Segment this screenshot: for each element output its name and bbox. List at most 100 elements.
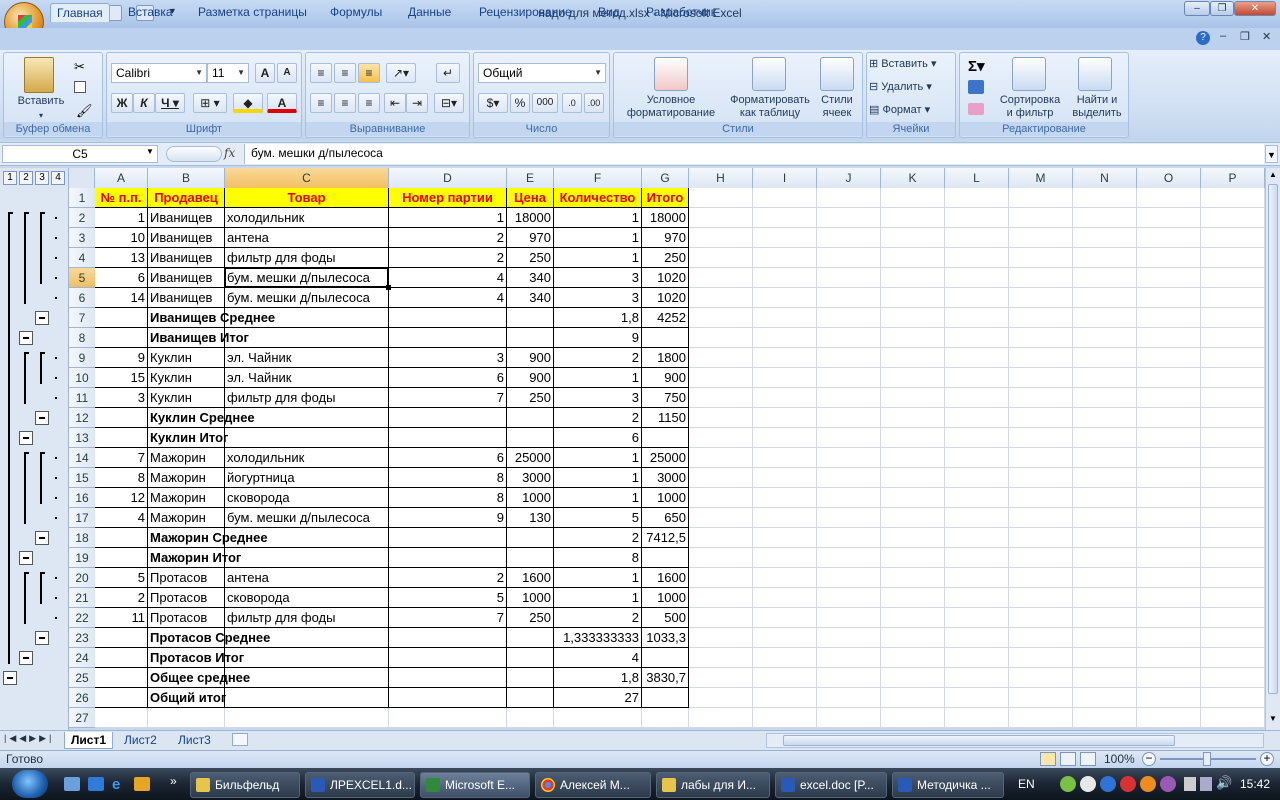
row-header[interactable]: 18 (69, 528, 95, 548)
name-box[interactable]: C5 (2, 145, 158, 163)
empty-cell[interactable] (881, 708, 945, 728)
column-header[interactable]: P (1201, 168, 1265, 188)
column-header[interactable]: H (689, 168, 753, 188)
internet-explorer-icon[interactable]: e (112, 776, 120, 793)
table-cell[interactable]: Куклин (148, 368, 225, 388)
table-cell[interactable]: 4 (95, 508, 148, 528)
empty-cell[interactable] (689, 628, 753, 648)
empty-cell[interactable] (945, 608, 1009, 628)
ribbon-minimize-icon[interactable]: – (1220, 30, 1226, 42)
empty-cell[interactable] (1073, 328, 1137, 348)
table-cell[interactable]: 1 (554, 448, 642, 468)
empty-cell[interactable] (1201, 348, 1265, 368)
empty-cell[interactable] (1201, 328, 1265, 348)
clear-icon[interactable] (968, 103, 984, 115)
row-header[interactable]: 2 (69, 208, 95, 228)
empty-cell[interactable] (225, 708, 389, 728)
table-cell[interactable] (95, 668, 148, 688)
table-cell[interactable]: 2 (554, 408, 642, 428)
table-cell[interactable]: 970 (642, 228, 689, 248)
table-cell[interactable]: 1 (554, 468, 642, 488)
table-cell[interactable]: 1,8 (554, 668, 642, 688)
table-cell[interactable]: 1 (554, 368, 642, 388)
table-cell[interactable]: бум. мешки д/пылесоса (225, 288, 389, 308)
empty-cell[interactable] (753, 448, 817, 468)
collapse-group-button[interactable] (35, 631, 49, 645)
empty-cell[interactable] (881, 348, 945, 368)
table-cell[interactable] (507, 528, 554, 548)
ribbon-restore-icon[interactable]: ❐ (1240, 30, 1250, 43)
empty-cell[interactable] (945, 468, 1009, 488)
font-color-button[interactable]: A (267, 93, 297, 113)
empty-cell[interactable] (689, 428, 753, 448)
empty-cell[interactable] (1009, 448, 1073, 468)
table-cell[interactable]: 3 (554, 268, 642, 288)
table-cell[interactable]: Мажорин (148, 488, 225, 508)
show-desktop-icon[interactable] (64, 777, 80, 791)
empty-cell[interactable] (1073, 488, 1137, 508)
empty-cell[interactable] (945, 308, 1009, 328)
empty-cell[interactable] (945, 408, 1009, 428)
empty-cell[interactable] (945, 188, 1009, 208)
table-cell[interactable]: фильтр для фоды (225, 388, 389, 408)
empty-cell[interactable] (753, 648, 817, 668)
empty-cell[interactable] (817, 268, 881, 288)
empty-cell[interactable] (689, 228, 753, 248)
empty-cell[interactable] (1073, 608, 1137, 628)
table-cell[interactable]: 340 (507, 268, 554, 288)
find-select-line1[interactable]: Найти и (1068, 94, 1126, 107)
empty-cell[interactable] (945, 628, 1009, 648)
table-cell[interactable] (507, 328, 554, 348)
table-cell[interactable] (389, 548, 507, 568)
table-cell[interactable] (507, 668, 554, 688)
empty-cell[interactable] (1201, 608, 1265, 628)
empty-cell[interactable] (881, 488, 945, 508)
minimize-button[interactable]: – (1184, 1, 1210, 16)
empty-cell[interactable] (1137, 348, 1201, 368)
empty-cell[interactable] (817, 568, 881, 588)
format-painter-icon[interactable]: 🖌 (76, 103, 93, 119)
empty-cell[interactable] (1073, 368, 1137, 388)
empty-cell[interactable] (881, 648, 945, 668)
table-header-cell[interactable]: Количество (554, 188, 642, 208)
empty-cell[interactable] (1201, 708, 1265, 728)
empty-cell[interactable] (817, 628, 881, 648)
taskbar-item[interactable]: лабы для И... (656, 772, 770, 798)
table-cell[interactable]: 1 (554, 568, 642, 588)
empty-cell[interactable] (881, 428, 945, 448)
column-header[interactable]: A (95, 168, 148, 188)
empty-cell[interactable] (881, 448, 945, 468)
paste-dropdown-icon[interactable]: ▾ (34, 109, 48, 122)
table-cell[interactable]: 900 (642, 368, 689, 388)
empty-cell[interactable] (1009, 208, 1073, 228)
empty-cell[interactable] (1009, 428, 1073, 448)
empty-cell[interactable] (1009, 408, 1073, 428)
table-cell[interactable]: Куклин Итог (148, 428, 228, 448)
row-header[interactable]: 25 (69, 668, 95, 688)
align-middle-button[interactable]: ≡ (334, 63, 356, 83)
table-cell[interactable] (507, 408, 554, 428)
empty-cell[interactable] (753, 188, 817, 208)
table-cell[interactable]: Иванищев (148, 288, 225, 308)
empty-cell[interactable] (1137, 588, 1201, 608)
table-cell[interactable]: 250 (642, 248, 689, 268)
empty-cell[interactable] (1137, 708, 1201, 728)
empty-cell[interactable] (1009, 628, 1073, 648)
table-cell[interactable]: 340 (507, 288, 554, 308)
table-cell[interactable]: 3 (95, 388, 148, 408)
table-cell[interactable]: 6 (95, 268, 148, 288)
empty-cell[interactable] (881, 228, 945, 248)
format-cells-button[interactable]: ▤ Формат ▾ (869, 104, 955, 117)
empty-cell[interactable] (1009, 528, 1073, 548)
empty-cell[interactable] (1009, 228, 1073, 248)
empty-cell[interactable] (1009, 248, 1073, 268)
empty-cell[interactable] (1073, 688, 1137, 708)
empty-cell[interactable] (689, 688, 753, 708)
empty-cell[interactable] (753, 288, 817, 308)
table-cell[interactable]: 8 (389, 468, 507, 488)
empty-cell[interactable] (1009, 468, 1073, 488)
tab-insert[interactable]: Вставка (122, 3, 179, 22)
empty-cell[interactable] (1201, 188, 1265, 208)
close-button[interactable]: ✕ (1234, 1, 1276, 16)
tray-app-icon[interactable] (1100, 776, 1116, 792)
